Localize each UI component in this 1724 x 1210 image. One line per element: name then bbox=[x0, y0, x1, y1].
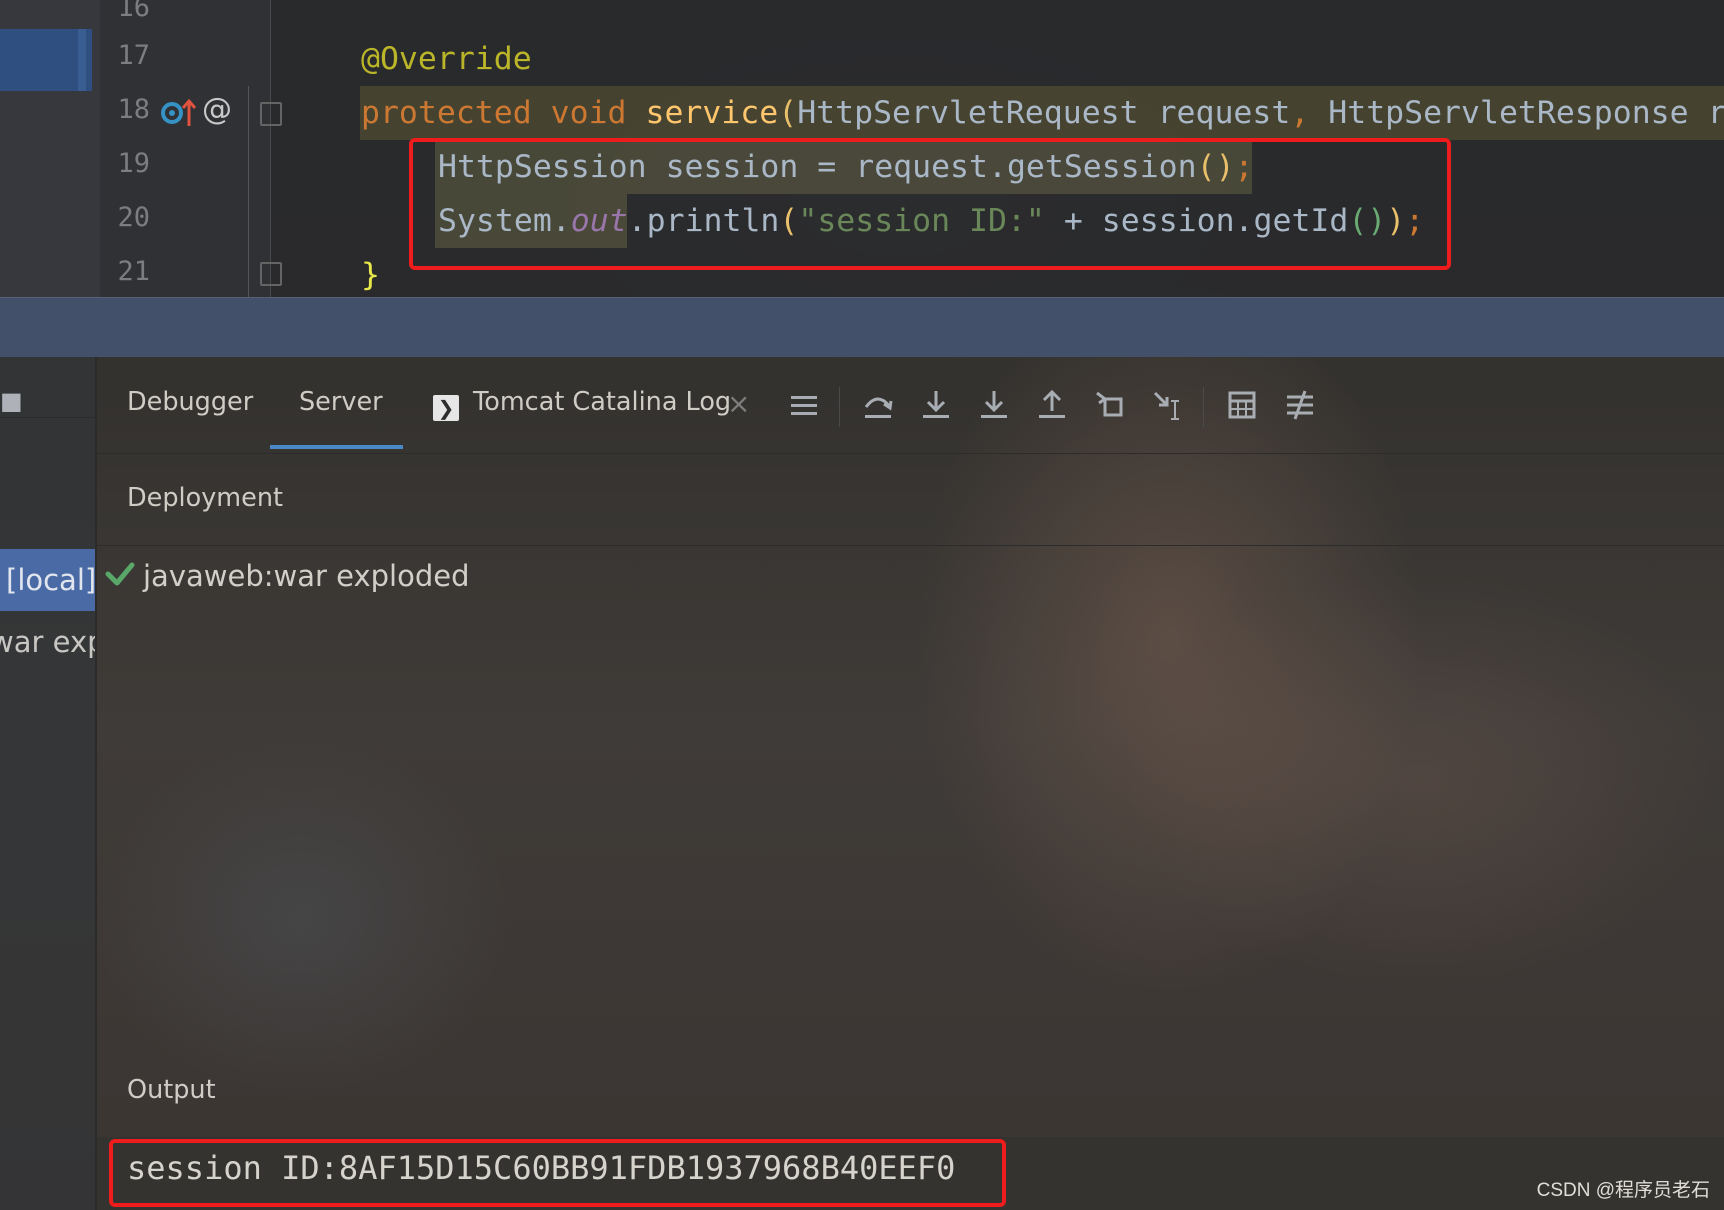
tree-divider bbox=[0, 417, 95, 418]
trace-icon[interactable] bbox=[1283, 387, 1317, 423]
close-tab-icon[interactable]: × bbox=[727, 387, 750, 420]
fold-start-icon[interactable] bbox=[260, 102, 282, 126]
param2-name: r bbox=[1707, 95, 1724, 131]
project-selected-row[interactable] bbox=[0, 29, 92, 91]
keyword-protected: protected bbox=[361, 95, 532, 131]
line-number: 21 bbox=[117, 256, 150, 287]
code-line-21[interactable]: } bbox=[361, 248, 380, 302]
tree-item-war[interactable]: war expl bbox=[0, 617, 95, 667]
code-highlight-box bbox=[409, 138, 1451, 270]
line-number: 20 bbox=[117, 202, 150, 233]
check-icon bbox=[105, 562, 135, 586]
console-icon: ❯ bbox=[433, 395, 459, 421]
services-main-panel: Debugger Server ❯ Tomcat Catalina Log × bbox=[97, 357, 1724, 1210]
tab-server[interactable]: Server bbox=[299, 387, 383, 417]
collapse-icon[interactable]: ■ bbox=[0, 389, 23, 413]
output-header: Output bbox=[97, 1045, 1724, 1137]
line-number: 19 bbox=[117, 148, 150, 179]
fold-guide bbox=[248, 86, 249, 297]
param1-type: HttpServletRequest bbox=[797, 95, 1139, 131]
project-tool-strip bbox=[0, 0, 100, 297]
step-into-icon[interactable] bbox=[919, 387, 953, 423]
param2-type: HttpServletResponse bbox=[1328, 95, 1689, 131]
line-number: 18 bbox=[117, 94, 150, 125]
closing-brace: } bbox=[361, 257, 380, 293]
param1-name: request bbox=[1157, 95, 1291, 131]
code-editor[interactable]: 16 17 18 19 20 21 @ @Override protected … bbox=[0, 0, 1724, 297]
toolwindow-divider[interactable] bbox=[0, 297, 1724, 357]
keyword-void: void bbox=[550, 95, 627, 131]
output-highlight-box bbox=[109, 1139, 1006, 1207]
line-number: 17 bbox=[117, 40, 150, 71]
deployment-title: Deployment bbox=[127, 483, 283, 513]
output-title: Output bbox=[127, 1075, 216, 1105]
services-tabbar: Debugger Server ❯ Tomcat Catalina Log × bbox=[97, 357, 1724, 454]
gutter-divider bbox=[270, 0, 271, 297]
code-line-18[interactable]: protected void service(HttpServletReques… bbox=[361, 86, 1724, 140]
override-method-icon[interactable] bbox=[160, 96, 200, 130]
override-annotation: @Override bbox=[361, 41, 532, 77]
line-number: 16 bbox=[117, 0, 150, 23]
code-line-17[interactable]: @Override bbox=[361, 32, 532, 86]
comma: , bbox=[1290, 95, 1310, 131]
annotation-at-icon[interactable]: @ bbox=[202, 92, 232, 127]
step-over-icon[interactable] bbox=[861, 387, 895, 423]
method-name: service bbox=[645, 95, 779, 131]
menu-icon[interactable] bbox=[787, 387, 821, 423]
toolbar-separator bbox=[839, 387, 840, 427]
run-to-cursor-icon[interactable] bbox=[1151, 387, 1185, 423]
fold-end-icon[interactable] bbox=[260, 262, 282, 286]
deployment-header: Deployment bbox=[97, 453, 1724, 546]
deployment-artifact-label: javaweb:war exploded bbox=[143, 559, 470, 593]
selected-tab-indicator bbox=[270, 445, 403, 449]
toolbar-separator bbox=[1203, 387, 1204, 427]
open-paren: ( bbox=[778, 95, 798, 131]
csdn-watermark: CSDN @程序员老石 bbox=[1536, 1180, 1710, 1201]
drop-frame-icon[interactable] bbox=[1093, 387, 1127, 423]
step-out-icon[interactable] bbox=[1035, 387, 1069, 423]
services-tree[interactable]: ■ [local] war expl bbox=[0, 357, 97, 1210]
force-step-into-icon[interactable] bbox=[977, 387, 1011, 423]
tree-item-local[interactable]: [local] bbox=[0, 549, 95, 611]
tab-tomcat-catalina-log[interactable]: Tomcat Catalina Log bbox=[473, 387, 731, 417]
evaluate-expression-icon[interactable] bbox=[1225, 387, 1259, 423]
tab-debugger[interactable]: Debugger bbox=[127, 387, 253, 417]
